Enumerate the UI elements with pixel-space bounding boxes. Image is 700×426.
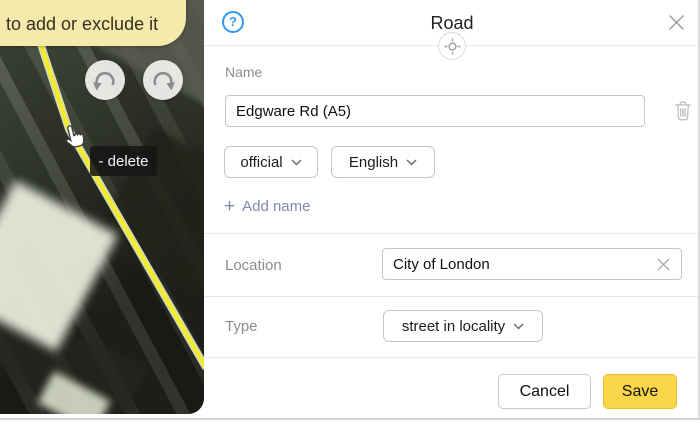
- cancel-button[interactable]: Cancel: [498, 374, 591, 409]
- delete-tooltip: - delete: [90, 146, 157, 176]
- window-bottom-edge: [0, 418, 700, 420]
- delete-tooltip-text: - delete: [98, 153, 148, 170]
- redo-button[interactable]: [143, 60, 183, 100]
- location-input[interactable]: [382, 248, 682, 280]
- save-button[interactable]: Save: [603, 374, 677, 409]
- name-language-select[interactable]: English: [331, 146, 435, 178]
- road-type-value: street in locality: [402, 318, 505, 335]
- crosshair-icon: [444, 38, 461, 55]
- divider: [204, 296, 700, 297]
- map-hint-tooltip: to add or exclude it: [0, 0, 186, 46]
- map-canvas[interactable]: to add or exclude it - delete: [0, 0, 204, 414]
- chevron-down-icon: [406, 159, 417, 166]
- chevron-down-icon: [513, 323, 524, 330]
- chevron-down-icon: [291, 159, 302, 166]
- plus-icon: +: [224, 199, 235, 214]
- close-icon[interactable]: [667, 13, 686, 32]
- undo-icon: [85, 60, 125, 100]
- name-type-select[interactable]: official: [224, 146, 318, 178]
- map-hint-tooltip-text: to add or exclude it: [6, 14, 158, 35]
- map-editor-window: to add or exclude it - delete Road: [0, 0, 700, 426]
- divider: [204, 233, 700, 234]
- name-label: Name: [225, 64, 262, 80]
- name-type-value: official: [240, 154, 282, 171]
- name-language-value: English: [349, 154, 398, 171]
- help-icon[interactable]: ?: [222, 11, 244, 33]
- type-label: Type: [225, 318, 258, 335]
- locate-on-map-button[interactable]: [438, 32, 466, 60]
- redo-icon: [143, 60, 183, 100]
- divider: [204, 357, 700, 358]
- add-name-label: Add name: [242, 198, 310, 215]
- undo-button[interactable]: [85, 60, 125, 100]
- road-type-select[interactable]: street in locality: [383, 310, 543, 342]
- add-name-link[interactable]: + Add name: [224, 198, 311, 215]
- location-label: Location: [225, 257, 282, 274]
- road-attributes-panel: Road ? Name official: [204, 0, 700, 426]
- name-input[interactable]: [225, 95, 645, 127]
- clear-location-icon[interactable]: [656, 257, 671, 272]
- trash-icon[interactable]: [672, 100, 694, 124]
